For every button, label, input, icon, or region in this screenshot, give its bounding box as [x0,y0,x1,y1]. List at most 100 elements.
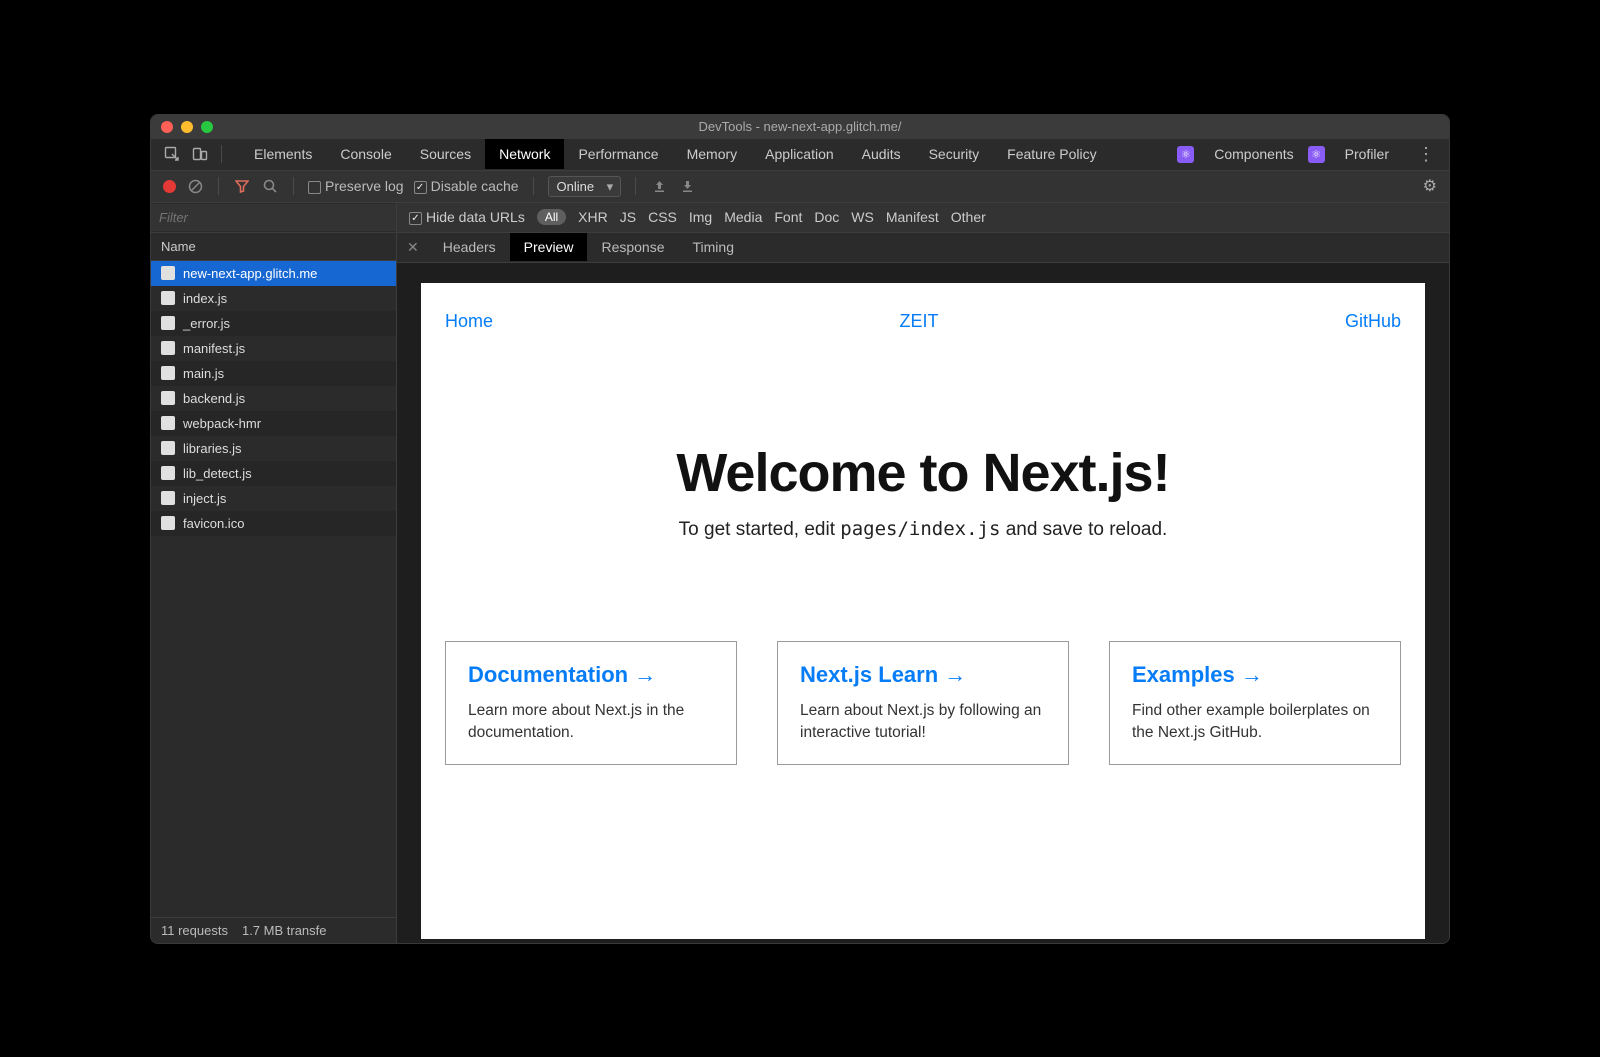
filter-input[interactable] [151,204,396,231]
file-icon [161,341,175,355]
filter-xhr[interactable]: XHR [578,209,608,225]
filter-ws[interactable]: WS [851,209,874,225]
filter-css[interactable]: CSS [648,209,677,225]
filter-manifest[interactable]: Manifest [886,209,939,225]
record-button[interactable] [163,180,176,193]
tab-network[interactable]: Network [485,139,564,169]
detail-panel: Hide data URLs All XHR JS CSS Img Media Font Do… [397,203,1449,943]
filter-js[interactable]: JS [620,209,636,225]
resource-type-filter: Hide data URLs All XHR JS CSS Img Media Font Do… [397,203,1449,233]
name-column-header[interactable]: Name [151,233,396,261]
tab-elements[interactable]: Elements [240,139,326,169]
file-icon [161,316,175,330]
more-menu-icon[interactable]: ⋮ [1403,144,1449,165]
separator [221,145,222,163]
card[interactable]: Examples →Find other example boilerplate… [1109,641,1401,766]
search-icon[interactable] [261,177,279,195]
nav-zeit-link[interactable]: ZEIT [899,311,938,332]
request-name: favicon.ico [183,516,244,531]
tab-console[interactable]: Console [326,139,405,169]
filter-media[interactable]: Media [724,209,762,225]
tab-application[interactable]: Application [751,139,848,169]
detail-tab-preview[interactable]: Preview [510,233,588,261]
file-icon [161,266,175,280]
body: Name new-next-app.glitch.me index.js _erro… [151,203,1449,943]
detail-tab-response[interactable]: Response [587,233,678,261]
throttle-select[interactable]: Online [548,176,622,197]
file-icon [161,391,175,405]
detail-tab-headers[interactable]: Headers [429,233,510,261]
nav-github-link[interactable]: GitHub [1345,311,1401,332]
tab-sources[interactable]: Sources [406,139,485,169]
card[interactable]: Documentation →Learn more about Next.js … [445,641,737,766]
request-row[interactable]: main.js [151,361,396,386]
devtools-window: DevTools - new-next-app.glitch.me/ Eleme… [150,114,1450,944]
tab-feature-policy[interactable]: Feature Policy [993,139,1110,169]
detail-tab-timing[interactable]: Timing [679,233,749,261]
device-toolbar-icon[interactable] [189,143,211,165]
upload-icon[interactable] [650,177,668,195]
card-desc: Learn more about Next.js in the document… [468,700,714,745]
transfer-size: 1.7 MB transfe [242,923,327,938]
file-icon [161,416,175,430]
request-row[interactable]: _error.js [151,311,396,336]
request-row[interactable]: new-next-app.glitch.me [151,261,396,286]
hero-sub-pre: To get started, edit [679,519,841,540]
file-icon [161,466,175,480]
tab-memory[interactable]: Memory [673,139,752,169]
nav-home-link[interactable]: Home [445,311,493,332]
separator [218,177,219,195]
hide-data-urls-checkbox[interactable]: Hide data URLs [409,209,525,225]
request-row[interactable]: index.js [151,286,396,311]
request-count: 11 requests [161,923,228,938]
request-name: inject.js [183,491,226,506]
request-name: _error.js [183,316,230,331]
filter-all[interactable]: All [537,209,566,225]
window-controls [161,121,213,133]
tab-audits[interactable]: Audits [848,139,915,169]
card[interactable]: Next.js Learn →Learn about Next.js by fo… [777,641,1069,766]
react-devtools-icon: ⚛ [1308,146,1325,163]
request-list: new-next-app.glitch.me index.js _error.jsm… [151,261,396,917]
preserve-log-checkbox[interactable]: Preserve log [308,178,404,194]
settings-icon[interactable]: ⚙ [1423,176,1437,196]
main-tabs: ElementsConsoleSourcesNetworkPerformance… [151,139,1449,171]
request-name: libraries.js [183,441,242,456]
request-row[interactable]: favicon.ico [151,511,396,536]
request-row[interactable]: manifest.js [151,336,396,361]
request-name: index.js [183,291,227,306]
request-sidebar: Name new-next-app.glitch.me index.js _erro… [151,203,397,943]
request-row[interactable]: inject.js [151,486,396,511]
tab-security[interactable]: Security [915,139,994,169]
request-row[interactable]: backend.js [151,386,396,411]
tab-performance[interactable]: Performance [564,139,672,169]
minimize-window-button[interactable] [181,121,193,133]
separator [635,177,636,195]
tab-components[interactable]: Components [1200,139,1307,169]
request-row[interactable]: lib_detect.js [151,461,396,486]
hide-data-urls-label: Hide data URLs [426,209,525,225]
filter-icon[interactable] [233,177,251,195]
filter-doc[interactable]: Doc [814,209,839,225]
request-name: manifest.js [183,341,245,356]
request-row[interactable]: libraries.js [151,436,396,461]
filter-other[interactable]: Other [951,209,986,225]
filter-font[interactable]: Font [774,209,802,225]
filter-img[interactable]: Img [689,209,712,225]
close-detail-icon[interactable]: ✕ [397,233,429,262]
disable-cache-checkbox[interactable]: Disable cache [414,178,519,194]
request-name: new-next-app.glitch.me [183,266,317,281]
request-name: webpack-hmr [183,416,261,431]
react-devtools-icon: ⚛ [1177,146,1194,163]
card-title: Next.js Learn → [800,662,1046,688]
clear-icon[interactable] [186,177,204,195]
download-icon[interactable] [678,177,696,195]
tab-profiler[interactable]: Profiler [1331,139,1403,169]
close-window-button[interactable] [161,121,173,133]
file-icon [161,291,175,305]
request-row[interactable]: webpack-hmr [151,411,396,436]
network-toolbar: Preserve log Disable cache Online ⚙ [151,171,1449,203]
inspect-element-icon[interactable] [161,143,183,165]
window-title: DevTools - new-next-app.glitch.me/ [151,119,1449,134]
maximize-window-button[interactable] [201,121,213,133]
